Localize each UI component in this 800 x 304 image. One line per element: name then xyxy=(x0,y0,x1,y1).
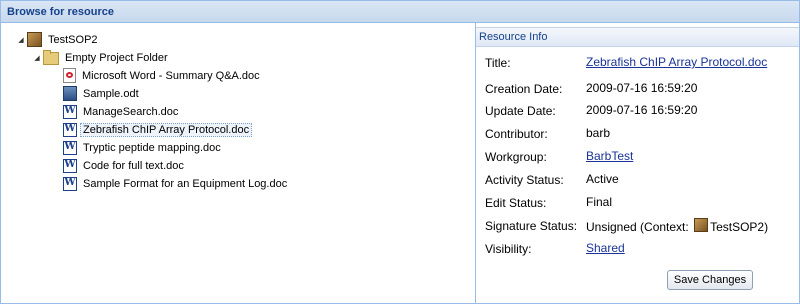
activity-status-label: Activity Status: xyxy=(485,173,564,187)
resource-info-panel: Resource Info Title: Zebrafish ChIP Arra… xyxy=(476,23,799,303)
tree-node-label: TestSOP2 xyxy=(48,33,98,46)
activity-status-value: Active xyxy=(586,172,619,186)
tree-item-label: ManageSearch.doc xyxy=(83,105,179,118)
folder-icon xyxy=(43,49,59,65)
tree-item-label: Zebrafish ChIP Array Protocol.doc xyxy=(80,122,253,137)
creation-date-value: 2009-07-16 16:59:20 xyxy=(586,81,698,95)
word-document-icon xyxy=(63,140,77,155)
resource-tree: ◢ TestSOP2 ◢ Empty Project Folder Micros… xyxy=(1,23,475,303)
signature-status-label: Signature Status: xyxy=(485,219,578,233)
tree-item-code-full-text[interactable]: Code for full text.doc xyxy=(63,157,187,174)
contributor-value: barb xyxy=(586,126,611,140)
tree-item-label: Code for full text.doc xyxy=(83,159,184,172)
update-date-label: Update Date: xyxy=(485,104,556,118)
visibility-link[interactable]: Shared xyxy=(586,241,625,255)
tree-item-label: Sample.odt xyxy=(83,87,139,100)
tree-item-label: Tryptic peptide mapping.doc xyxy=(83,141,221,154)
word-document-icon xyxy=(63,158,77,173)
resource-info-header: Resource Info xyxy=(476,27,799,47)
signature-status-suffix: ) xyxy=(764,220,769,234)
resource-info-title: Resource Info xyxy=(479,31,548,43)
workgroup-label: Workgroup: xyxy=(485,150,547,164)
package-icon xyxy=(27,32,42,47)
dialog-titlebar: Browse for resource xyxy=(1,1,799,23)
package-icon xyxy=(694,218,709,232)
tree-item-equipment-log[interactable]: Sample Format for an Equipment Log.doc xyxy=(63,175,290,192)
creation-date-label: Creation Date: xyxy=(485,82,563,96)
title-link[interactable]: Zebrafish ChIP Array Protocol.doc xyxy=(586,55,767,69)
tree-item-label: Microsoft Word - Summary Q&A.doc xyxy=(82,69,260,82)
tree-item-tryptic[interactable]: Tryptic peptide mapping.doc xyxy=(63,139,224,156)
signature-status-value: Unsigned (Context: TestSOP2) xyxy=(586,218,768,234)
visibility-label: Visibility: xyxy=(485,242,532,256)
word-document-icon xyxy=(63,104,77,119)
dialog-title: Browse for resource xyxy=(7,6,114,18)
workgroup-link[interactable]: BarbTest xyxy=(586,149,633,163)
update-date-value: 2009-07-16 16:59:20 xyxy=(586,103,698,117)
contributor-label: Contributor: xyxy=(485,127,548,141)
tree-node-folder[interactable]: ◢ Empty Project Folder xyxy=(31,49,171,66)
signature-context: TestSOP2 xyxy=(710,220,765,234)
tree-node-label: Empty Project Folder xyxy=(65,51,168,64)
word-document-icon xyxy=(63,122,77,137)
signature-status-prefix: Unsigned (Context: xyxy=(586,220,689,234)
tree-item-label: Sample Format for an Equipment Log.doc xyxy=(83,177,288,190)
edit-status-label: Edit Status: xyxy=(485,196,547,210)
save-changes-button[interactable]: Save Changes xyxy=(667,270,753,290)
tree-item-sample-odt[interactable]: Sample.odt xyxy=(63,85,142,102)
odt-document-icon xyxy=(63,86,77,101)
tree-item-summary-qa[interactable]: Microsoft Word - Summary Q&A.doc xyxy=(63,67,263,84)
title-label: Title: xyxy=(485,56,511,70)
tree-node-root[interactable]: ◢ TestSOP2 xyxy=(15,31,101,48)
expand-arrow-icon[interactable]: ◢ xyxy=(15,36,27,44)
expand-arrow-icon[interactable]: ◢ xyxy=(31,54,43,62)
pdf-icon xyxy=(63,68,76,83)
tree-item-zebrafish[interactable]: Zebrafish ChIP Array Protocol.doc xyxy=(63,121,253,138)
browse-resource-dialog: Browse for resource ◢ TestSOP2 ◢ Empty P… xyxy=(0,0,800,304)
word-document-icon xyxy=(63,176,77,191)
edit-status-value: Final xyxy=(586,195,613,209)
tree-item-managesearch[interactable]: ManageSearch.doc xyxy=(63,103,181,120)
